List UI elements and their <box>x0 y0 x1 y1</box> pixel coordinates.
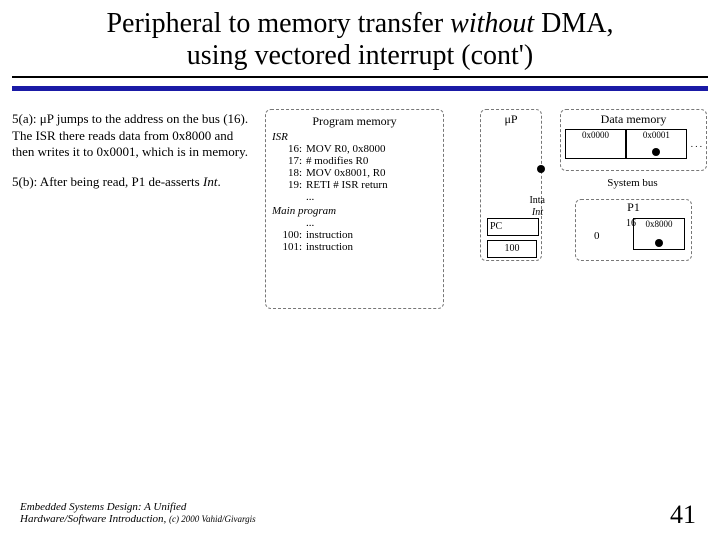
mem-cell-1: 0x0001 <box>626 129 687 159</box>
data-memory-header: Data memory <box>561 112 706 127</box>
title-line2: using vectored interrupt (cont') <box>187 40 533 71</box>
p1-register: 0x8000 <box>633 218 685 250</box>
title-part1: Peripheral to memory transfer <box>106 8 450 39</box>
slide-title: Peripheral to memory transfer without DM… <box>0 0 720 76</box>
data-dot-icon <box>652 148 660 156</box>
page-number: 41 <box>670 500 696 530</box>
program-memory-header: Program memory <box>272 114 437 129</box>
isr-label: ISR <box>272 131 437 143</box>
peripheral-p1-box: P1 0 16 0x8000 <box>575 199 692 261</box>
pc-box: PC <box>487 218 539 236</box>
inta-label: Inta <box>529 195 545 206</box>
system-bus-label: System bus <box>560 177 705 189</box>
bus-dot-icon <box>537 165 545 173</box>
up-label: μP <box>481 112 541 127</box>
data-memory-box: Data memory 0x0000 0x0001 . . . <box>560 109 707 171</box>
pc-value-box: 100 <box>487 240 537 258</box>
description-text: 5(a): μP jumps to the address on the bus… <box>12 111 252 204</box>
footer-citation: Embedded Systems Design: A Unified Hardw… <box>20 501 320 526</box>
step-5b: 5(b): After being read, P1 de-asserts In… <box>12 174 252 190</box>
title-part2: DMA, <box>534 8 613 39</box>
title-italic: without <box>450 8 534 39</box>
ellipsis: . . . <box>691 139 702 149</box>
p1-label: P1 <box>576 200 691 215</box>
step-5a: 5(a): μP jumps to the address on the bus… <box>12 111 252 160</box>
p1-zero: 0 <box>594 230 600 242</box>
title-rule <box>12 76 708 91</box>
microprocessor-box: μP Inta Int PC 100 <box>480 109 542 261</box>
mem-cell-0: 0x0000 <box>565 129 626 159</box>
int-label: Int <box>532 207 543 218</box>
program-memory-box: Program memory ISR 16:MOV R0, 0x8000 17:… <box>265 109 444 309</box>
main-program-label: Main program <box>272 205 437 217</box>
p1-dot-icon <box>655 239 663 247</box>
